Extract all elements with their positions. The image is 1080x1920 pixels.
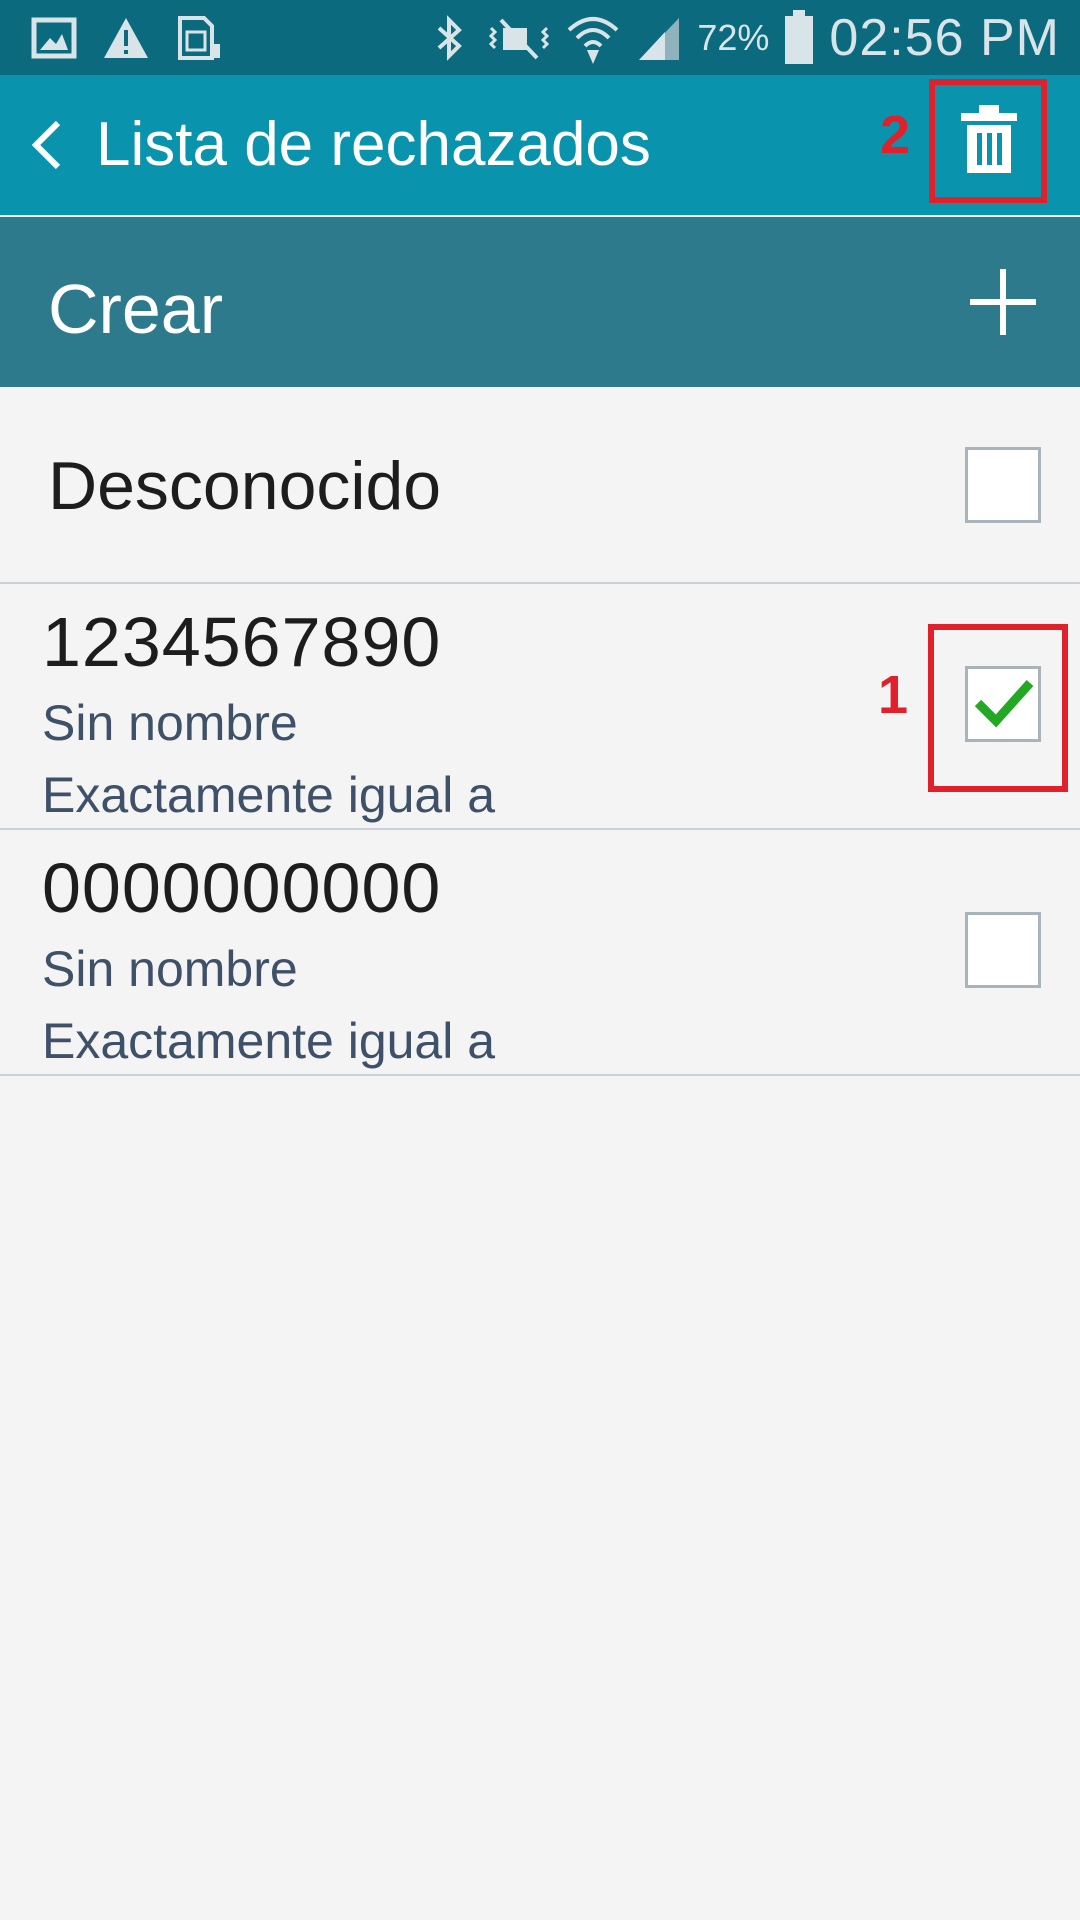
item-match-type: Exactamente igual a: [42, 767, 496, 823]
list-item[interactable]: 0000000000 Sin nombre Exactamente igual …: [0, 830, 1080, 1076]
create-label: Crear: [48, 270, 224, 348]
sim-icon: [174, 14, 222, 62]
status-bar: 72% 02:56 PM: [0, 0, 1080, 75]
page-title: Lista de rechazados: [96, 110, 651, 179]
item-name: Sin nombre: [42, 695, 298, 751]
rejection-list: Desconocido 1234567890 Sin nombre Exacta…: [0, 387, 1080, 1076]
action-bar: Lista de rechazados: [0, 75, 1080, 215]
unknown-checkbox[interactable]: [965, 447, 1041, 523]
annotation-box-2: [929, 79, 1047, 203]
wifi-icon: [565, 10, 621, 66]
plus-icon: [968, 269, 1038, 341]
bluetooth-icon: [425, 14, 473, 62]
item-checkbox[interactable]: [965, 912, 1041, 988]
vibrate-mute-icon: [487, 14, 551, 62]
item-number: 1234567890: [42, 603, 442, 681]
list-item[interactable]: 1234567890 Sin nombre Exactamente igual …: [0, 584, 1080, 830]
chevron-left-icon: [18, 120, 78, 179]
signal-icon: [635, 14, 683, 62]
back-button[interactable]: [18, 115, 78, 175]
gallery-icon: [30, 14, 78, 62]
annotation-label-1: 1: [878, 665, 909, 725]
clock: 02:56 PM: [829, 8, 1060, 67]
item-number: 0000000000: [42, 849, 442, 927]
create-bar[interactable]: Crear: [0, 217, 1080, 387]
item-match-type: Exactamente igual a: [42, 1013, 496, 1069]
annotation-label-2: 2: [880, 105, 911, 165]
list-item-unknown[interactable]: Desconocido: [0, 387, 1080, 584]
create-button[interactable]: [968, 267, 1038, 337]
unknown-label: Desconocido: [48, 448, 442, 524]
annotation-box-1: [928, 624, 1068, 792]
battery-icon: [783, 9, 815, 66]
battery-percent: 72%: [697, 16, 770, 58]
warning-icon: [102, 14, 150, 62]
item-name: Sin nombre: [42, 941, 298, 997]
